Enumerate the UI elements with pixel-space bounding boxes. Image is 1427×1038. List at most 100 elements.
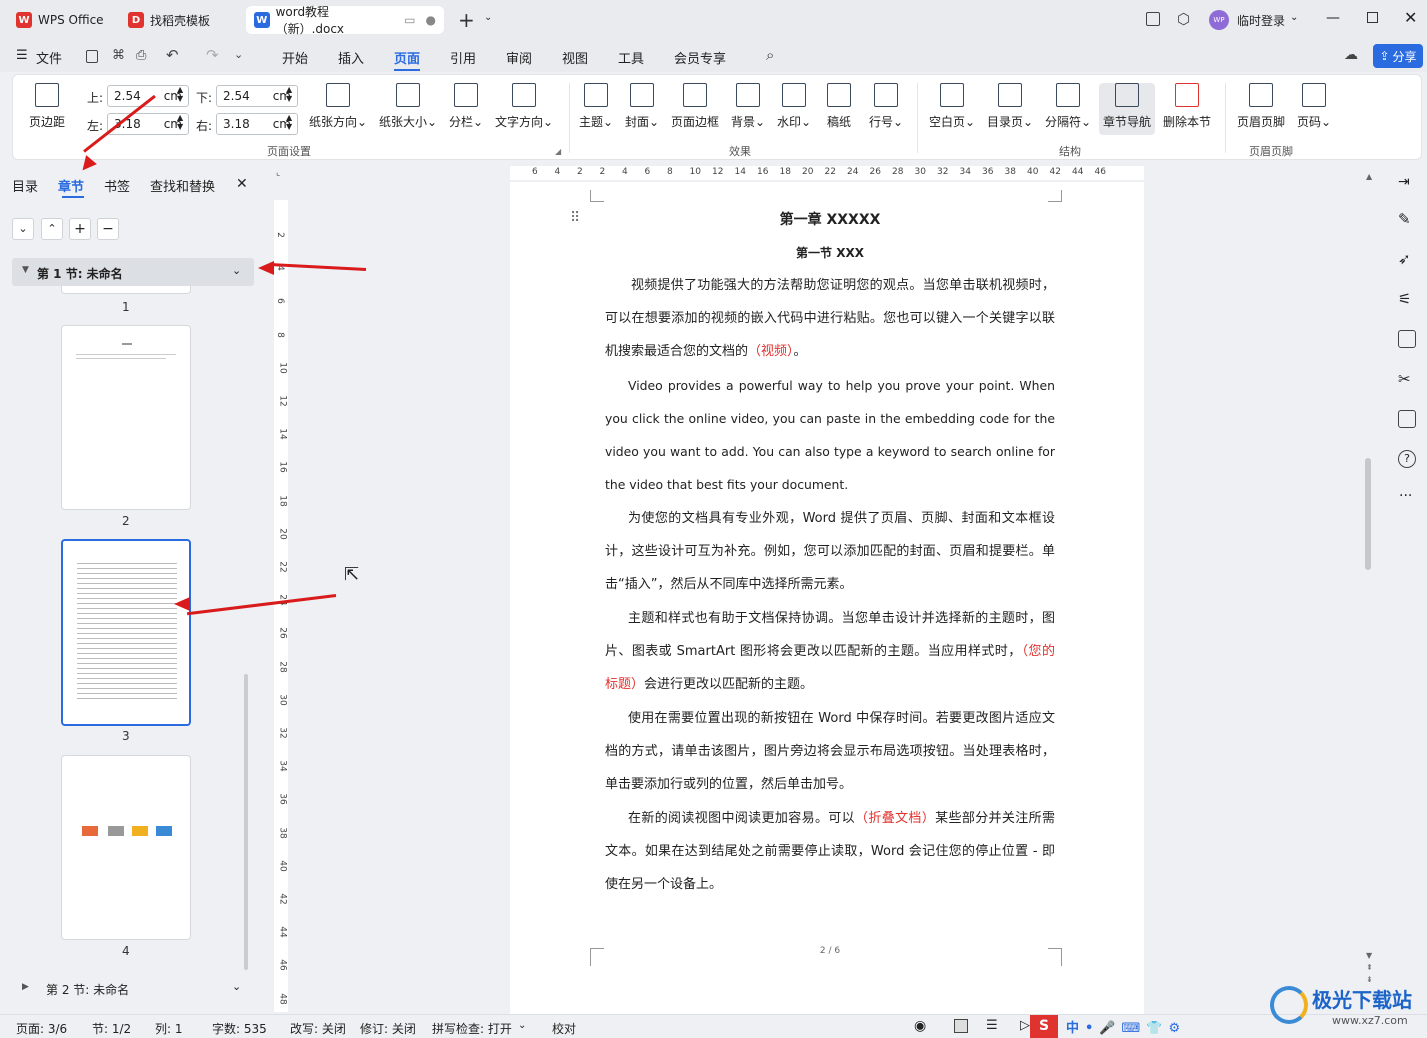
more-icon[interactable]: ··· [1399, 488, 1412, 504]
theme-button[interactable]: 主题⌄ [579, 83, 613, 130]
header-footer-button[interactable]: 页眉页脚 [1237, 83, 1285, 130]
cloud-icon[interactable]: ☁ [1344, 47, 1358, 63]
page-thumbnail-2[interactable] [61, 325, 191, 510]
collapse-sidebar-icon[interactable]: ⇥ [1398, 174, 1410, 190]
tab-template[interactable]: D 找稻壳模板 [120, 6, 240, 34]
delete-section-button[interactable]: 删除本节 [1163, 83, 1211, 130]
login-label[interactable]: 临时登录 [1237, 12, 1285, 29]
export-icon[interactable]: ⌘ [112, 48, 125, 63]
manuscript-button[interactable]: 稿纸 [827, 83, 851, 130]
collapse-icon[interactable]: ⌄ [12, 218, 34, 240]
sliders-icon[interactable]: ⚟ [1398, 290, 1416, 308]
menu-view[interactable]: 视图 [562, 48, 588, 67]
layout-icon[interactable] [1146, 12, 1160, 26]
dialog-launcher-icon[interactable]: ◢ [555, 147, 561, 156]
menu-page[interactable]: 页面 [394, 48, 420, 67]
page-view-icon[interactable] [954, 1019, 968, 1033]
menu-membership[interactable]: 会员专享 [674, 48, 726, 67]
share-button[interactable]: ⇪ 分享 [1373, 44, 1423, 68]
chevron-down-icon[interactable]: ⌄ [1290, 12, 1298, 23]
avatar[interactable]: WP [1209, 10, 1229, 30]
stepper-icon[interactable]: ▲ ▼ [286, 85, 292, 103]
translate-icon[interactable] [1398, 330, 1416, 348]
hamburger-icon[interactable]: ☰ [16, 48, 28, 63]
page-thumbnail-3[interactable] [61, 539, 191, 726]
pen-icon[interactable]: ✎ [1398, 210, 1416, 228]
stepper-icon[interactable]: ▲ ▼ [286, 113, 292, 131]
outline-view-icon[interactable]: ☰ [986, 1018, 998, 1033]
status-page[interactable]: 页面: 3/6 [16, 1020, 67, 1037]
section-1-header[interactable]: ▼ 第 1 节: 未命名 ⌄ [12, 258, 254, 286]
triangle-right-icon[interactable]: ▶ [22, 982, 29, 992]
page-thumbnail-4[interactable] [61, 755, 191, 940]
ime-toolbar-icons[interactable]: 中•🎤⌨👕⚙ [1066, 1017, 1186, 1036]
stepper-icon[interactable]: ▲ ▼ [177, 113, 183, 131]
status-track-changes[interactable]: 修订: 关闭 [360, 1020, 416, 1037]
redo-icon[interactable]: ↷ [206, 46, 219, 64]
add-icon[interactable]: + [69, 218, 91, 240]
tab-wps-office[interactable]: W WPS Office [8, 6, 114, 34]
status-overwrite[interactable]: 改写: 关闭 [290, 1020, 346, 1037]
columns-button[interactable]: 分栏⌄ [449, 83, 483, 130]
tab-document[interactable]: Wword教程（新）.docx ▭ ● [246, 5, 444, 36]
search-icon[interactable]: ⌕ [766, 46, 774, 64]
page-number-button[interactable]: 页码⌄ [1297, 83, 1331, 130]
close-icon[interactable]: ✕ [236, 176, 248, 192]
remove-icon[interactable]: − [97, 218, 119, 240]
minimize-icon[interactable]: — [1326, 10, 1340, 26]
chevron-down-icon[interactable]: ⌄ [518, 1020, 526, 1031]
eye-icon[interactable]: ◉ [914, 1018, 926, 1034]
help-icon[interactable]: ? [1398, 450, 1416, 468]
tab-bookmarks[interactable]: 书签 [104, 176, 130, 195]
toc-page-button[interactable]: 目录页⌄ [987, 83, 1033, 130]
scroll-down-icon[interactable]: ▼ ⇞ ⇟ [1366, 950, 1373, 986]
status-section[interactable]: 节: 1/2 [92, 1020, 131, 1037]
tools-icon[interactable]: ✂ [1398, 370, 1416, 388]
play-icon[interactable]: ▷ [1020, 1018, 1030, 1033]
cube-icon[interactable]: ⬡ [1177, 10, 1190, 28]
save-icon[interactable] [86, 50, 98, 63]
section-2-label[interactable]: 第 2 节: 未命名 [46, 981, 129, 998]
expand-up-icon[interactable]: ⌃ [41, 218, 63, 240]
maximize-icon[interactable] [1367, 12, 1378, 23]
section-nav-button[interactable]: 章节导航 [1099, 83, 1156, 135]
orientation-button[interactable]: 纸张方向⌄ [309, 83, 367, 130]
menu-references[interactable]: 引用 [450, 48, 476, 67]
chevron-down-icon[interactable]: ⌄ [232, 264, 241, 277]
page-border-button[interactable]: 页面边框 [671, 83, 719, 130]
menu-home[interactable]: 开始 [282, 48, 308, 67]
page-thumbnail-1[interactable] [61, 286, 191, 294]
separator-button[interactable]: 分隔符⌄ [1045, 83, 1091, 130]
drag-handle-icon[interactable]: ⠿ [570, 210, 580, 226]
status-proofread[interactable]: 校对 [552, 1020, 576, 1037]
book-icon[interactable] [1398, 410, 1416, 428]
background-button[interactable]: 背景⌄ [731, 83, 765, 130]
close-icon[interactable]: ✕ [1404, 8, 1417, 27]
scroll-up-icon[interactable]: ▲ [1366, 172, 1372, 181]
menu-review[interactable]: 审阅 [506, 48, 532, 67]
blank-page-button[interactable]: 空白页⌄ [929, 83, 975, 130]
undo-icon[interactable]: ↶ [166, 46, 179, 64]
menu-tools[interactable]: 工具 [618, 48, 644, 67]
document-scrollbar[interactable] [1365, 458, 1371, 570]
menu-insert[interactable]: 插入 [338, 48, 364, 67]
tab-sections[interactable]: 章节 [58, 176, 84, 195]
margin-button[interactable]: 页边距 [29, 83, 65, 130]
tab-find-replace[interactable]: 查找和替换 [150, 176, 215, 195]
status-word-count[interactable]: 字数: 535 [212, 1020, 267, 1037]
line-number-button[interactable]: 行号⌄ [869, 83, 903, 130]
print-preview-icon[interactable]: ⎙ [136, 48, 146, 63]
chevron-down-icon[interactable]: ⌄ [484, 12, 492, 23]
text-direction-button[interactable]: 文字方向⌄ [495, 83, 553, 130]
vertical-ruler[interactable]: 2468101214161820222426283032343638404244… [274, 200, 288, 1012]
watermark-button[interactable]: 水印⌄ [777, 83, 811, 130]
panel-scrollbar[interactable] [244, 674, 248, 970]
chevron-down-icon[interactable]: ⌄ [234, 48, 243, 61]
paper-size-button[interactable]: 纸张大小⌄ [379, 83, 437, 130]
new-tab-icon[interactable]: + [458, 8, 475, 32]
tab-toc[interactable]: 目录 [12, 176, 38, 195]
chevron-down-icon[interactable]: ⌄ [232, 980, 241, 993]
menu-file[interactable]: 文件 [36, 48, 62, 67]
cover-button[interactable]: 封面⌄ [625, 83, 659, 130]
status-spell-check[interactable]: 拼写检查: 打开 [432, 1020, 512, 1037]
